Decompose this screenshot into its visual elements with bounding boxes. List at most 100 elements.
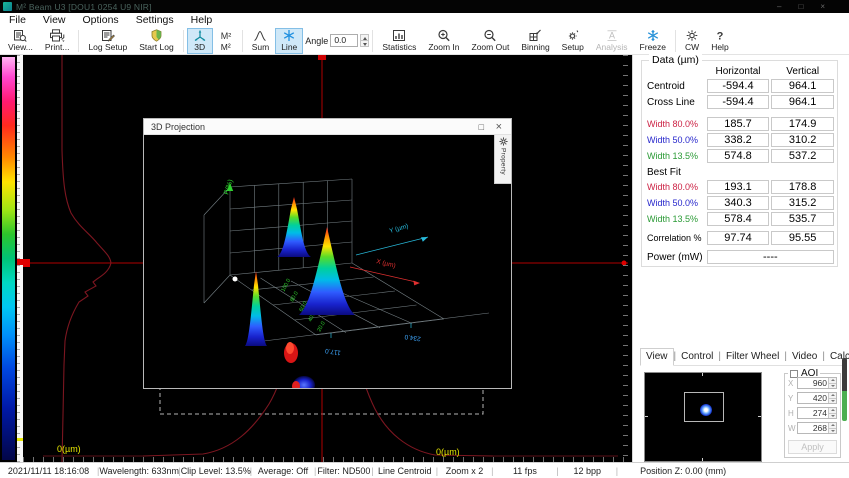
projection-title: 3D Projection [151,122,205,132]
maximize-icon[interactable]: □ [798,0,803,13]
table-row: Width 50.0% 338.2 310.2 [647,132,834,148]
rotation-handle-dot [233,277,238,282]
aoi-h-spinner[interactable] [828,408,836,418]
menu-bar: File View Options Settings Help [0,13,849,27]
angle-input[interactable]: 0.0 [330,34,358,47]
table-row: Centroid -594.4 964.1 [647,78,834,94]
setup-button[interactable]: Setup [556,28,590,54]
status-clip-level: Clip Level: 13.5% [181,466,250,476]
vertical-profile-curve [62,55,111,462]
status-filter: Filter: ND500 [316,466,371,476]
menu-options[interactable]: Options [83,14,119,26]
aoi-field-row: W 268 [788,422,837,434]
aoi-h-input[interactable]: 274 [797,407,837,419]
minimize-icon[interactable]: – [777,0,781,13]
log-setup-button[interactable]: Log Setup [82,28,133,54]
tab-video[interactable]: Video [787,349,822,365]
window-title: M² Beam U3 [DOU1 0254 U9 NIR] [16,2,152,12]
log-setup-icon [101,29,115,42]
title-bar: M² Beam U3 [DOU1 0254 U9 NIR] – □ × [0,0,849,13]
preview-beam-spot [700,404,712,416]
start-log-button[interactable]: Start Log [133,28,180,54]
horizontal-axis-zero-label: 0(µm) [436,447,460,457]
projection-3d-plot: P(%) 100.0 80.0 60.0 40.0 20.0 Y (µm) [144,135,513,388]
statistics-button[interactable]: Statistics [376,28,422,54]
projection-maximize-icon[interactable]: □ [479,122,484,132]
svg-text:X (µm): X (µm) [376,258,397,270]
wireframe-grid [204,179,489,341]
3d-axes-icon [193,29,207,42]
shield-icon [150,29,163,42]
analysis-button[interactable]: A Analysis [590,28,634,54]
svg-text:80.0: 80.0 [289,291,299,303]
svg-text:?: ? [717,31,724,43]
analysis-icon: A [605,29,619,42]
aoi-w-spinner[interactable] [828,423,836,433]
zoom-out-button[interactable]: Zoom Out [466,28,516,54]
beam-view[interactable]: 3D Projection □ × [23,55,628,462]
help-button[interactable]: ? Help [705,28,734,54]
aoi-w-input[interactable]: 268 [797,422,837,434]
projection-canvas[interactable]: P(%) 100.0 80.0 60.0 40.0 20.0 Y (µm) [144,135,511,388]
column-header-vertical: Vertical [771,66,834,77]
best-fit-label: Best Fit [647,167,705,178]
status-datetime: 2021/11/11 18:16:08 [0,466,97,476]
line-button[interactable]: Line [275,28,303,54]
property-tab[interactable]: Property [494,135,511,184]
3d-button[interactable]: 3D [187,28,213,54]
aoi-x-input[interactable]: 960 [797,377,837,389]
camera-preview[interactable] [644,372,762,462]
workspace: 3D Projection □ × [0,55,849,462]
projection-window[interactable]: 3D Projection □ × [143,118,512,389]
intensity-colorbar [2,57,15,460]
status-position-z: Position Z: 0.00 (mm) [618,466,748,476]
view-button[interactable]: View... [2,28,39,54]
svg-text:100.0: 100.0 [280,278,292,293]
binning-button[interactable]: Binning [515,28,555,54]
toolbar-separator [78,30,79,52]
print-button[interactable]: Print... [39,28,76,54]
sum-button[interactable]: Sum [246,28,275,54]
aoi-y-input[interactable]: 420 [797,392,837,404]
tab-control[interactable]: Control [676,349,718,365]
panel-tabs: View | Control | Filter Wheel | Video | … [640,348,843,366]
aoi-y-spinner[interactable] [828,393,836,403]
vertical-axis-zero-label: 0(µm) [57,444,81,454]
y-axis: Y (µm) [356,223,428,255]
svg-text:234.0: 234.0 [404,333,421,342]
status-average: Average: Off [252,466,314,476]
results-panel: Data (µm) Horizontal Vertical Centroid -… [632,55,849,462]
close-icon[interactable]: × [820,0,825,13]
zoom-in-button[interactable]: Zoom In [422,28,465,54]
projection-titlebar[interactable]: 3D Projection □ × [144,119,511,135]
svg-text:20.0: 20.0 [316,321,326,333]
gear-icon [566,29,580,42]
aoi-x-spinner[interactable] [828,378,836,388]
app-window: M² Beam U3 [DOU1 0254 U9 NIR] – □ × File… [0,0,849,478]
cw-button[interactable]: CW [679,28,705,54]
freeze-button[interactable]: Freeze [634,28,672,54]
menu-file[interactable]: File [9,14,26,26]
toolbar: View... Print... Log Setup Start Log 3D … [0,27,849,55]
apply-button[interactable]: Apply [788,440,837,454]
m2-button[interactable]: M² M² [213,28,239,54]
svg-text:A: A [609,31,615,41]
beam-peaks [245,197,355,388]
m2-icon: M² [219,29,233,42]
toolbar-separator [183,30,184,52]
menu-settings[interactable]: Settings [136,14,174,26]
menu-help[interactable]: Help [191,14,213,26]
peak-front [299,227,355,315]
data-groupbox-legend: Data (µm) [649,54,702,66]
panel-scrollbar[interactable] [842,358,847,421]
angle-spinner[interactable] [360,34,369,47]
tab-view[interactable]: View [640,348,674,366]
tab-filter-wheel[interactable]: Filter Wheel [721,349,784,365]
menu-view[interactable]: View [43,14,66,26]
table-row: Width 80.0% 193.1 178.8 [647,179,834,195]
column-header-horizontal: Horizontal [707,66,770,77]
table-row: Width 50.0% 340.3 315.2 [647,195,834,211]
projection-close-icon[interactable]: × [496,122,502,132]
toolbar-separator [242,30,243,52]
snowflake-icon [646,29,660,42]
